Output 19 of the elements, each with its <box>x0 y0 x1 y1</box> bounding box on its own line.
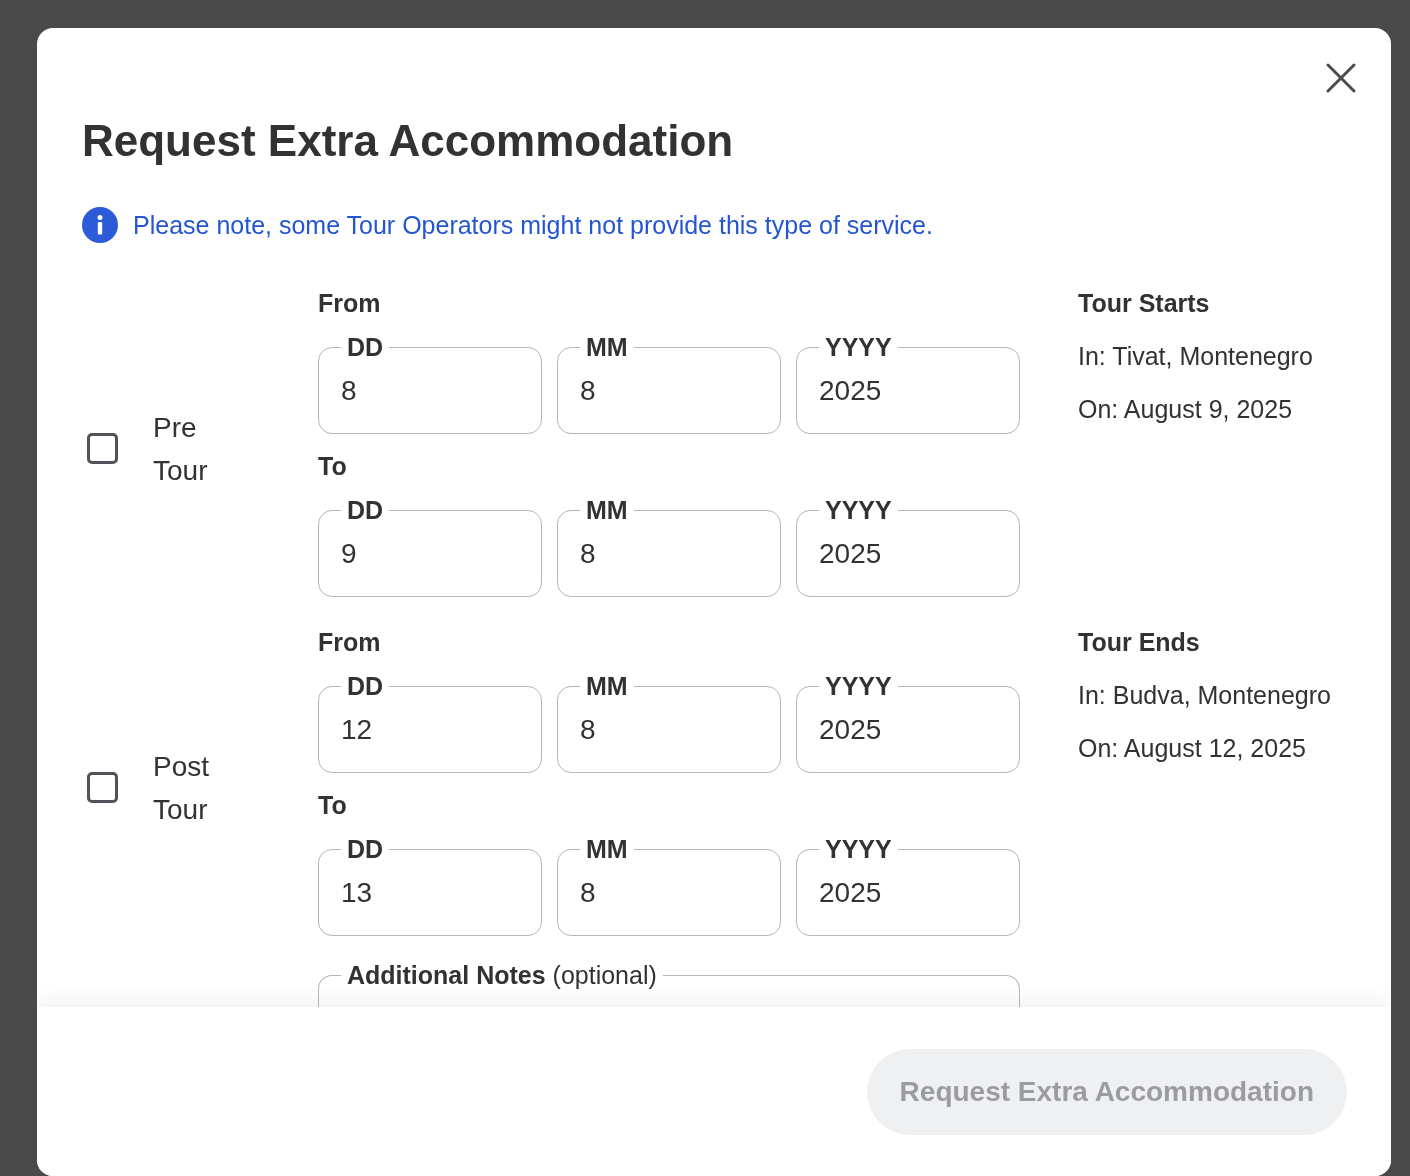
date-text: On: August 9, 2025 <box>1078 394 1293 424</box>
checkbox[interactable] <box>87 772 118 803</box>
notice-text: Please note, some Tour Operators might not provide this type of service. <box>133 210 933 240</box>
info-icon <box>82 207 118 243</box>
checkbox-label: Pre Tour <box>153 410 209 488</box>
range-label: To <box>318 451 347 481</box>
close-icon <box>1326 63 1356 93</box>
date-text: On: August 12, 2025 <box>1078 733 1306 763</box>
close-button[interactable] <box>1326 63 1356 93</box>
info-title: Tour Starts <box>1078 288 1210 318</box>
checkbox-label: Post Tour <box>153 749 211 827</box>
range-label: From <box>318 627 381 657</box>
location-text: In: Budva, Montenegro <box>1078 680 1331 710</box>
dialog-title: Request Extra Accommodation <box>82 115 734 167</box>
range-label: From <box>318 288 381 318</box>
checkbox[interactable] <box>87 433 118 464</box>
location-text: In: Tivat, Montenegro <box>1078 341 1313 371</box>
info-title: Tour Ends <box>1078 627 1200 657</box>
range-label: To <box>318 790 347 820</box>
